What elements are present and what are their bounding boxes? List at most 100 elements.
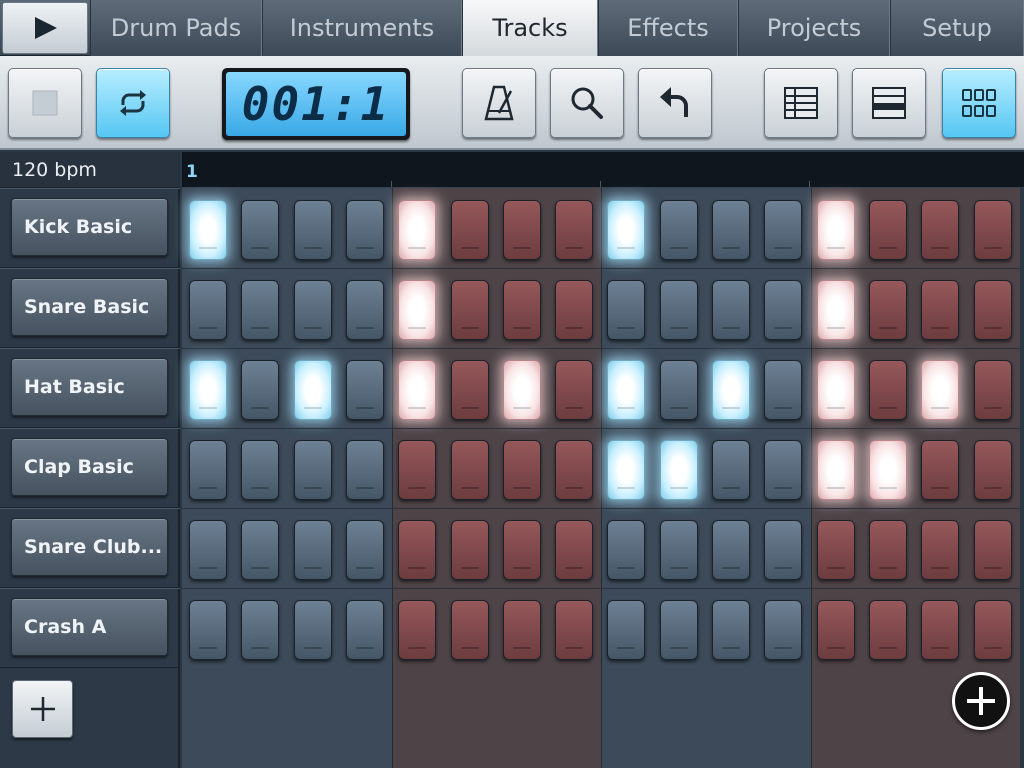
step-pad[interactable]: [712, 360, 750, 420]
step-pad[interactable]: [868, 440, 907, 500]
add-track-button[interactable]: [12, 680, 73, 738]
step-pad[interactable]: [868, 280, 907, 340]
step-pad[interactable]: [555, 440, 594, 500]
step-pad[interactable]: [241, 200, 280, 260]
step-pad[interactable]: [398, 600, 437, 660]
track-button-snare-basic[interactable]: Snare Basic: [11, 278, 168, 336]
step-pad[interactable]: [816, 280, 855, 340]
step-pad[interactable]: [659, 200, 698, 260]
step-pad[interactable]: [868, 200, 907, 260]
play-button[interactable]: [2, 2, 88, 54]
tab-projects[interactable]: Projects: [738, 0, 890, 56]
step-pad[interactable]: [712, 600, 750, 660]
metronome-button[interactable]: [462, 68, 536, 138]
step-pad[interactable]: [241, 280, 280, 340]
step-pad[interactable]: [868, 600, 907, 660]
step-pad[interactable]: [816, 200, 855, 260]
track-button-snare-club[interactable]: Snare Club...: [11, 518, 168, 576]
step-pad[interactable]: [607, 360, 646, 420]
step-pad[interactable]: [398, 280, 437, 340]
step-pad[interactable]: [607, 200, 646, 260]
step-pad[interactable]: [555, 280, 594, 340]
step-pad[interactable]: [450, 440, 489, 500]
step-pad[interactable]: [973, 520, 1012, 580]
step-pad[interactable]: [973, 200, 1012, 260]
step-pad[interactable]: [607, 520, 646, 580]
tab-effects[interactable]: Effects: [598, 0, 738, 56]
step-pad[interactable]: [293, 440, 332, 500]
step-pad[interactable]: [868, 360, 907, 420]
step-pad[interactable]: [502, 200, 541, 260]
step-pad[interactable]: [607, 440, 646, 500]
track-button-hat-basic[interactable]: Hat Basic: [11, 358, 168, 416]
tab-tracks[interactable]: Tracks: [462, 0, 598, 56]
tempo-label[interactable]: 120 bpm: [0, 152, 180, 188]
zoom-button[interactable]: [550, 68, 624, 138]
step-pad[interactable]: [502, 440, 541, 500]
step-pad[interactable]: [764, 520, 803, 580]
step-pad[interactable]: [973, 360, 1012, 420]
tab-setup[interactable]: Setup: [890, 0, 1024, 56]
step-pad[interactable]: [189, 440, 227, 500]
split-view-button[interactable]: [852, 68, 926, 138]
step-pad[interactable]: [816, 520, 855, 580]
track-button-kick-basic[interactable]: Kick Basic: [11, 198, 168, 256]
step-pad[interactable]: [502, 280, 541, 340]
step-pad[interactable]: [555, 360, 594, 420]
step-pad[interactable]: [189, 200, 227, 260]
timeline-ruler[interactable]: 1: [182, 152, 1024, 188]
step-pad[interactable]: [241, 520, 280, 580]
step-pad[interactable]: [921, 600, 960, 660]
step-pad[interactable]: [502, 360, 541, 420]
stop-button[interactable]: [8, 68, 82, 138]
step-pad[interactable]: [607, 600, 646, 660]
step-pad[interactable]: [293, 280, 332, 340]
undo-button[interactable]: [638, 68, 712, 138]
step-pad[interactable]: [973, 600, 1012, 660]
step-pad[interactable]: [607, 280, 646, 340]
track-button-crash-a[interactable]: Crash A: [11, 598, 168, 656]
step-pad[interactable]: [764, 360, 803, 420]
step-pad[interactable]: [712, 440, 750, 500]
list-view-button[interactable]: [764, 68, 838, 138]
step-pad[interactable]: [345, 200, 384, 260]
step-pad[interactable]: [973, 440, 1012, 500]
step-pad[interactable]: [241, 440, 280, 500]
step-pad[interactable]: [189, 600, 227, 660]
step-pad[interactable]: [241, 360, 280, 420]
step-pad[interactable]: [450, 520, 489, 580]
step-pad[interactable]: [398, 200, 437, 260]
step-pad[interactable]: [659, 360, 698, 420]
step-pad[interactable]: [450, 280, 489, 340]
tab-drum-pads[interactable]: Drum Pads: [90, 0, 262, 56]
step-pad[interactable]: [868, 520, 907, 580]
step-pad[interactable]: [189, 520, 227, 580]
step-pad[interactable]: [921, 440, 960, 500]
step-pad[interactable]: [398, 440, 437, 500]
step-pad[interactable]: [345, 600, 384, 660]
step-pad[interactable]: [450, 200, 489, 260]
track-button-clap-basic[interactable]: Clap Basic: [11, 438, 168, 496]
step-pad[interactable]: [816, 440, 855, 500]
step-pad[interactable]: [764, 440, 803, 500]
add-pattern-button[interactable]: [952, 672, 1010, 730]
step-pad[interactable]: [398, 520, 437, 580]
step-pad[interactable]: [764, 280, 803, 340]
step-pad[interactable]: [659, 280, 698, 340]
step-pad[interactable]: [712, 280, 750, 340]
step-pad[interactable]: [921, 280, 960, 340]
step-pad[interactable]: [764, 600, 803, 660]
grid-view-button[interactable]: [942, 68, 1016, 138]
step-pad[interactable]: [555, 600, 594, 660]
step-pad[interactable]: [764, 200, 803, 260]
step-pad[interactable]: [293, 360, 332, 420]
step-pad[interactable]: [659, 520, 698, 580]
step-pad[interactable]: [189, 280, 227, 340]
step-pad[interactable]: [712, 200, 750, 260]
step-pad[interactable]: [293, 600, 332, 660]
step-pad[interactable]: [345, 440, 384, 500]
step-pad[interactable]: [241, 600, 280, 660]
step-pad[interactable]: [712, 520, 750, 580]
step-pad[interactable]: [189, 360, 227, 420]
tab-instruments[interactable]: Instruments: [262, 0, 462, 56]
